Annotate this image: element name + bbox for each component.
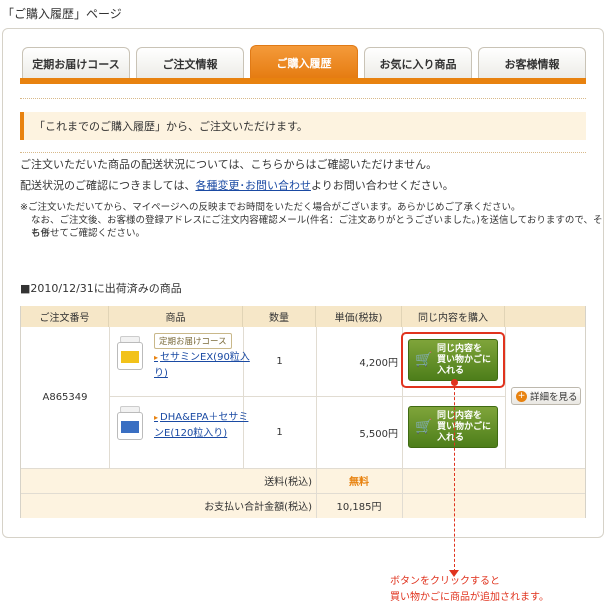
add-to-cart-button[interactable]: 🛒 同じ内容を 買い物かごに 入れる xyxy=(408,406,498,448)
product-image[interactable] xyxy=(117,406,143,440)
detail-label: 詳細を見る xyxy=(530,392,578,403)
product-image[interactable] xyxy=(117,336,143,370)
divider xyxy=(20,98,586,99)
tab-purchase-history[interactable]: ご購入履歴 xyxy=(250,45,358,79)
product-name-cont: ンE(120粒入り) xyxy=(154,428,228,439)
tab-customer-info[interactable]: お客様情報 xyxy=(478,47,586,79)
intro-text-before: 配送状況のご確認につきましては、 xyxy=(20,179,196,192)
header-blank xyxy=(505,306,585,327)
notice-banner: 「これまでのご購入履歴」から、ご注文いただけます。 xyxy=(20,112,586,140)
note-line-1: ※ご注文いただいてから、マイページへの反映までお時間をいただく場合がございます。… xyxy=(20,202,521,213)
tab-order-info[interactable]: ご注文情報 xyxy=(136,47,244,79)
order-table: ご注文番号 商品 数量 単価(税抜) 同じ内容を購入 A865349 定期お届け… xyxy=(20,306,586,522)
divider xyxy=(109,327,110,468)
shipping-value: 無料 xyxy=(349,477,369,488)
product-name: DHA&EPA＋セサミ xyxy=(160,412,249,423)
divider xyxy=(505,327,506,468)
callout-line-1: ボタンをクリックすると xyxy=(390,576,500,587)
order-number: A865349 xyxy=(42,392,88,403)
cart-icon: 🛒 xyxy=(415,419,433,435)
bottle-label xyxy=(121,421,139,433)
intro-text-after: よりお問い合わせください。 xyxy=(310,179,454,192)
bottle-label xyxy=(121,351,139,363)
header-product: 商品 xyxy=(109,306,243,327)
tab-favorites[interactable]: お気に入り商品 xyxy=(364,47,472,79)
shipping-label: 送料(税込) xyxy=(264,477,312,488)
tab-regular-delivery[interactable]: 定期お届けコース xyxy=(22,47,130,79)
total-value: 10,185円 xyxy=(336,502,382,513)
plus-icon: + xyxy=(516,390,527,402)
regular-delivery-tag: 定期お届けコース xyxy=(154,333,232,349)
bottle-body xyxy=(117,342,143,370)
header-order-number: ご注文番号 xyxy=(21,306,109,327)
product-link[interactable]: ▸ セサミンEX(90粒入 り) xyxy=(154,350,250,382)
unit-price: 5,500円 xyxy=(359,428,398,440)
unit-price: 4,200円 xyxy=(359,358,398,369)
arrow-icon: ▸ xyxy=(154,413,159,422)
contact-link[interactable]: 各種変更･お問い合わせ xyxy=(195,179,311,192)
quantity: 1 xyxy=(276,356,283,367)
tab-bar: 定期お届けコース ご注文情報 ご購入履歴 お気に入り商品 お客様情報 xyxy=(22,45,586,79)
header-repurchase: 同じ内容を購入 xyxy=(402,306,505,327)
quantity: 1 xyxy=(276,426,283,438)
view-details-button[interactable]: + 詳細を見る xyxy=(511,387,581,405)
divider xyxy=(402,468,403,518)
header-unit-price: 単価(税抜) xyxy=(316,306,402,327)
note-line-3: も併せてご確認ください。 xyxy=(31,228,146,239)
arrow-icon: ▸ xyxy=(154,353,159,362)
divider xyxy=(20,152,586,153)
total-label: お支払い合計金額(税込) xyxy=(204,502,312,513)
button-label: 同じ内容を 買い物かごに 入れる xyxy=(437,410,492,443)
bottle-body xyxy=(117,412,143,440)
product-name-cont: り) xyxy=(154,368,168,379)
intro-line-1: ご注文いただいた商品の配送状況については、こちらからはご確認いただけません。 xyxy=(20,158,438,171)
product-link[interactable]: ▸ DHA&EPA＋セサミ ンE(120粒入り) xyxy=(154,410,248,442)
callout-text: ボタンをクリックすると 買い物かごに商品が追加されます。 xyxy=(390,574,549,606)
product-name: セサミンEX(90粒入 xyxy=(160,352,250,363)
tab-underline xyxy=(20,78,586,84)
header-quantity: 数量 xyxy=(243,306,316,327)
intro-line-2: 配送状況のご確認につきましては、各種変更･お問い合わせよりお問い合わせください。 xyxy=(20,177,454,193)
callout-line xyxy=(454,382,455,572)
callout-line-2: 買い物かごに商品が追加されます。 xyxy=(390,592,549,603)
section-title: ■2010/12/31に出荷済みの商品 xyxy=(20,282,182,295)
page-caption: 「ご購入履歴」ページ xyxy=(2,7,122,21)
